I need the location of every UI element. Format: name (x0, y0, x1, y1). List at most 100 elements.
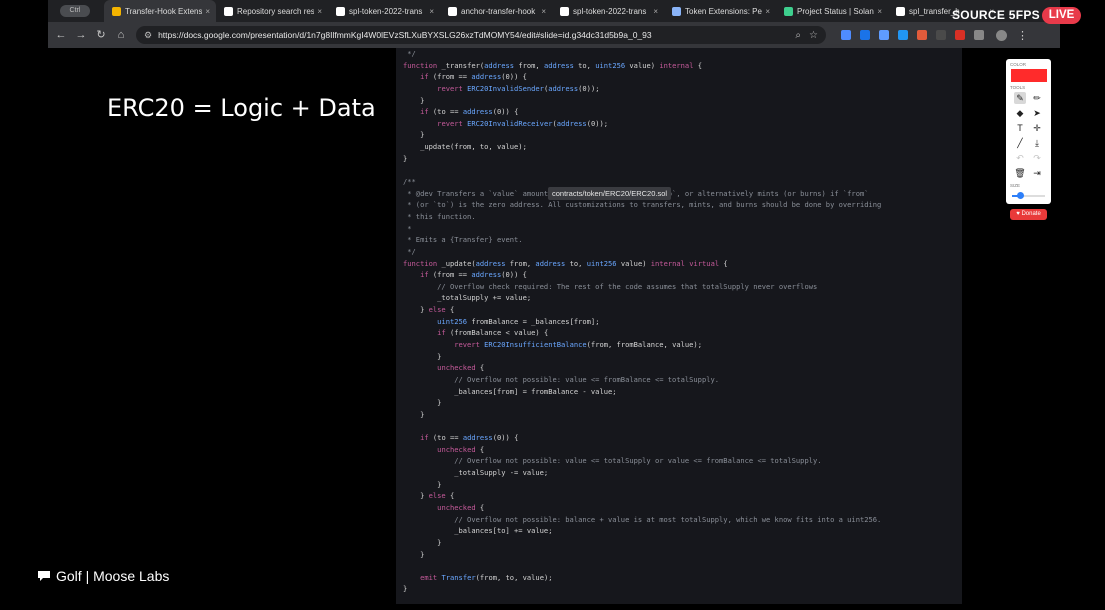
code-line: /** (403, 176, 881, 188)
code-line: } (403, 397, 881, 409)
exit-icon[interactable]: ⇥ (1031, 167, 1043, 179)
code-line: if (to == address(0)) { (403, 432, 881, 444)
donate-button[interactable]: ♥ Donate (1010, 209, 1047, 220)
browser-tab[interactable]: anchor-transfer-hook × (440, 0, 552, 22)
extension-icon[interactable] (898, 30, 908, 40)
tab-title: Token Extensions: Per (685, 6, 763, 16)
tab-close-icon[interactable]: × (653, 7, 658, 16)
code-line: } else { (403, 304, 881, 316)
code-line-text: } (403, 584, 408, 594)
size-slider-knob[interactable] (1016, 192, 1024, 199)
code-line: } else { (403, 490, 881, 502)
pointer-icon[interactable]: ➤ (1031, 107, 1043, 119)
tab-favicon-icon (224, 6, 233, 16)
browser-tab[interactable]: spl-token-2022-trans × (328, 0, 440, 22)
source-fps-badge: SOURCE 5FPS (952, 8, 1040, 22)
text-icon[interactable]: T (1014, 122, 1026, 134)
code-line: revert ERC20InvalidReceiver(address(0)); (403, 118, 881, 130)
extension-icon[interactable] (879, 30, 889, 40)
code-line: _balances[from] = fromBalance - value; (403, 386, 881, 398)
code-line: function _transfer(address from, address… (403, 60, 881, 72)
tab-favicon-icon (560, 6, 569, 16)
bookmark-star-icon[interactable]: ☆ (809, 30, 818, 41)
zoom-icon[interactable]: ⌕ (795, 30, 801, 41)
move-icon[interactable]: ✛ (1031, 122, 1043, 134)
browser-tab[interactable]: Token Extensions: Per × (664, 0, 776, 22)
browser-tab[interactable]: Project Status | Solan × (776, 0, 888, 22)
code-line: if (to == address(0)) { (403, 106, 881, 118)
color-swatch[interactable] (1011, 69, 1047, 82)
browser-tab[interactable]: Transfer-Hook Extens × (104, 0, 216, 22)
tab-close-icon[interactable]: × (765, 7, 770, 16)
code-line-text: // Overflow not possible: balance + valu… (403, 514, 882, 524)
extension-icon[interactable] (917, 30, 927, 40)
site-settings-icon[interactable]: ⚙ (144, 30, 152, 41)
tab-close-icon[interactable]: × (429, 7, 434, 16)
code-line: if (from == address(0)) { (403, 71, 881, 83)
donate-label: Donate (1021, 211, 1041, 217)
code-line: } (403, 409, 881, 421)
code-line-text: } (403, 398, 442, 408)
code-line-text: unchecked { (437, 363, 485, 373)
browser-tab[interactable]: spl-token-2022-trans × (552, 0, 664, 22)
extension-icon[interactable] (860, 30, 870, 40)
footer-text: Golf | Moose Labs (56, 568, 170, 584)
code-line: } (403, 153, 881, 165)
back-icon[interactable]: ← (54, 28, 68, 42)
tab-close-icon[interactable]: × (541, 7, 546, 16)
code-line: if (fromBalance < value) { (403, 327, 881, 339)
code-screenshot: */ function _transfer(address from, addre… (396, 48, 962, 604)
tab-favicon-icon (448, 6, 457, 16)
code-line-text: } (403, 549, 425, 559)
code-line-text: if (to == address(0)) { (420, 107, 519, 117)
reload-icon[interactable]: ↻ (94, 28, 108, 42)
code-line-text: * (403, 223, 412, 233)
eraser-icon[interactable]: ◆ (1014, 107, 1026, 119)
marker-icon[interactable]: ✏ (1031, 92, 1043, 104)
home-icon[interactable]: ⌂ (114, 28, 128, 42)
code-line-text: _totalSupply += value; (403, 293, 532, 303)
code-line-text: if (fromBalance < value) { (437, 328, 549, 338)
undo-icon[interactable]: ↶ (1014, 152, 1026, 164)
code-line-text: _update(from, to, value); (403, 142, 527, 152)
code-line-text: // Overflow check required: The rest of … (403, 281, 818, 291)
forward-icon[interactable]: → (74, 28, 88, 42)
tab-close-icon[interactable]: × (877, 7, 882, 16)
tab-favicon-icon (896, 6, 905, 16)
tab-favicon-icon (112, 6, 121, 16)
code-line-text: // Overflow not possible: value <= fromB… (403, 374, 720, 384)
code-line: * (or `to`) is the zero address. All cus… (403, 199, 881, 211)
code-line-text: } (403, 537, 442, 547)
extension-icon[interactable] (974, 30, 984, 40)
code-line: } (403, 95, 881, 107)
more-menu-icon[interactable]: ⋮ (1017, 29, 1028, 42)
code-line-text: /** (403, 177, 416, 187)
download-icon[interactable]: ⤓ (1031, 137, 1043, 149)
color-label: COLOR (1010, 62, 1027, 67)
browser-tab[interactable]: Repository search res × (216, 0, 328, 22)
line-icon[interactable]: ╱ (1014, 137, 1026, 149)
tab-search-pill[interactable]: Ctrl (60, 5, 90, 17)
code-line-text: function _transfer(address from, address… (403, 60, 703, 70)
profile-avatar[interactable] (996, 29, 1007, 41)
redo-icon[interactable]: ↷ (1031, 152, 1043, 164)
trash-icon[interactable]: 🗑 (1014, 167, 1026, 179)
tab-close-icon[interactable]: × (205, 7, 210, 16)
code-line-text: } else { (403, 305, 455, 315)
address-bar[interactable]: ⚙ https://docs.google.com/presentation/d… (136, 26, 826, 44)
code-line: _balances[to] += value; (403, 525, 881, 537)
code-line-text: } (403, 130, 425, 140)
chat-bubble-icon (38, 571, 50, 581)
tab-close-icon[interactable]: × (317, 7, 322, 16)
extensions-area (832, 30, 984, 40)
pen-icon[interactable]: ✎ (1014, 92, 1026, 104)
extension-icon[interactable] (936, 30, 946, 40)
code-line-text: revert ERC20InvalidSender(address(0)); (437, 83, 600, 93)
extension-icon[interactable] (841, 30, 851, 40)
code-line: } (403, 583, 881, 595)
tab-title: spl-token-2022-trans (573, 6, 647, 16)
extension-icon[interactable] (955, 30, 965, 40)
code-line-text: */ (403, 49, 416, 58)
code-line-text: emit Transfer(from, to, value); (420, 572, 553, 582)
